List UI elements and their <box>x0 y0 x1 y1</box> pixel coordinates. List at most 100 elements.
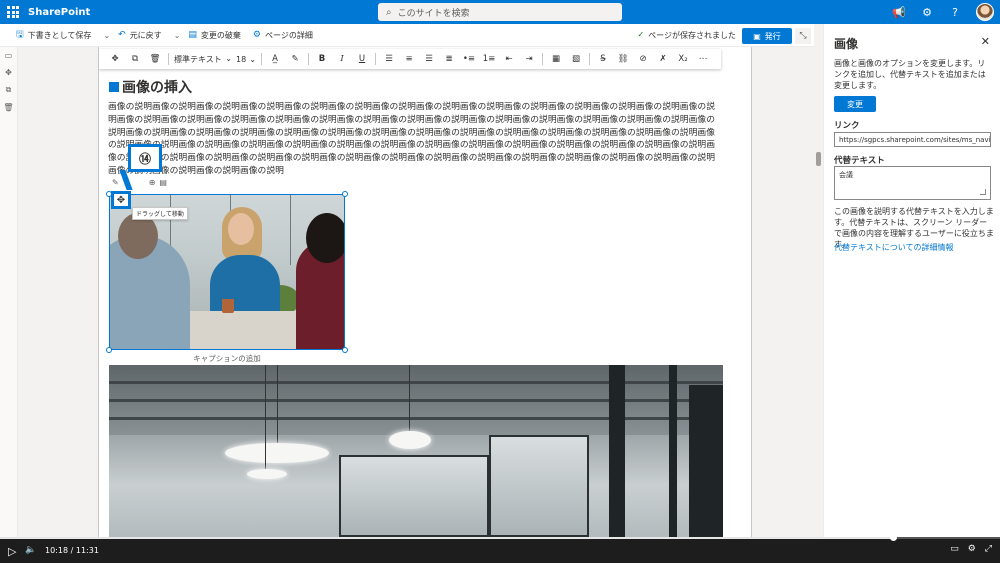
save-draft-button[interactable]: 🖫 下書きとして保存 <box>16 27 91 43</box>
megaphone-icon[interactable]: 📢 <box>892 6 906 19</box>
pane-title: 画像 <box>834 37 859 51</box>
resize-grip-icon[interactable] <box>980 189 986 195</box>
avatar[interactable] <box>976 3 994 21</box>
save-icon: 🖫 <box>16 30 24 40</box>
discard-button[interactable]: ▤ 変更の破棄 <box>188 30 241 41</box>
subscript-icon[interactable]: X₂ <box>673 54 693 64</box>
indent-icon[interactable]: ⇥ <box>519 54 539 64</box>
search-box[interactable]: ⌕ このサイトを検索 <box>378 3 622 21</box>
pendant-lamp <box>389 431 431 449</box>
duplicate-icon[interactable]: ⧉ <box>125 54 145 64</box>
underline-button[interactable]: U <box>352 54 372 64</box>
justify-icon[interactable]: ≣ <box>439 54 459 64</box>
unlink-icon[interactable]: ⊘ <box>633 54 653 64</box>
play-icon[interactable]: ▷ <box>8 545 16 558</box>
undo-button[interactable]: ↶ 元に戻す <box>118 30 162 41</box>
lamp-wire <box>277 365 278 445</box>
settings-icon[interactable]: ⚙ <box>968 544 976 554</box>
caption-input[interactable]: キャプションの追加 <box>109 353 345 364</box>
align-right-icon[interactable]: ▤ <box>159 178 167 187</box>
chevron-down-icon: ⌄ <box>225 53 232 63</box>
divider <box>168 53 169 65</box>
font-size-dropdown[interactable]: 18 ⌄ <box>234 55 258 64</box>
saved-status-label: ページが保存されました <box>648 31 736 40</box>
edit-canvas: ✥ ⧉ 🗑 標準テキスト ⌄ 18 ⌄ A̲ ✎ B I U ☰ ≡ ☰ ≣ •≡ … <box>18 47 814 537</box>
alt-text-field[interactable]: 会議 <box>834 166 991 200</box>
collapse-pane-icon[interactable]: ⤡ <box>795 28 811 44</box>
align-right-icon[interactable]: ☰ <box>419 54 439 64</box>
search-placeholder: このサイトを検索 <box>397 8 470 19</box>
comment-icon[interactable]: ▭ <box>5 51 13 60</box>
numbered-list-icon[interactable]: 1≡ <box>479 54 499 64</box>
italic-button[interactable]: I <box>332 54 352 64</box>
align-left-icon[interactable]: ☰ <box>379 54 399 64</box>
body-text[interactable]: 画像の説明画像の説明画像の説明画像の説明画像の説明画像の説明画像の説明画像の説明… <box>108 101 720 179</box>
clear-format-icon[interactable]: ✗ <box>653 54 673 64</box>
undo-dropdown-chevron-icon[interactable]: ⌄ <box>174 31 181 40</box>
property-pane: 画像 ✕ 画像と画像のオプションを変更します。リンクを追加し、代替テキストを追加… <box>823 24 1000 537</box>
duplicate-icon[interactable]: ⧉ <box>6 85 12 95</box>
app-launcher-icon[interactable] <box>0 0 26 24</box>
table-icon[interactable]: ▦ <box>546 54 566 64</box>
bold-button[interactable]: B <box>312 54 332 64</box>
help-icon[interactable]: ? <box>948 6 962 19</box>
duration: 11:31 <box>75 546 99 555</box>
outdent-icon[interactable]: ⇤ <box>499 54 519 64</box>
drag-handle-icon[interactable]: ✥ <box>111 191 131 209</box>
delete-icon[interactable]: 🗑 <box>145 54 165 64</box>
scrollbar-thumb[interactable] <box>816 152 821 166</box>
fullscreen-icon[interactable]: ⤢ <box>985 544 992 554</box>
divider <box>589 53 590 65</box>
chevron-down-icon: ⌄ <box>249 54 256 64</box>
ceiling-beam <box>109 399 723 402</box>
move-icon[interactable]: ✥ <box>105 54 125 64</box>
drag-tooltip: ドラッグして移動 <box>132 207 188 220</box>
publish-button[interactable]: ▣ 発行 <box>742 28 792 44</box>
bullet-list-icon[interactable]: •≡ <box>459 54 479 64</box>
link-icon[interactable]: ⛓ <box>613 54 633 64</box>
link-field[interactable]: https://sgpcs.sharepoint.com/sites/ms_na… <box>834 132 991 147</box>
publish-icon: ▣ <box>753 31 761 41</box>
progress-fill <box>0 537 893 539</box>
format-toolbar: ✥ ⧉ 🗑 標準テキスト ⌄ 18 ⌄ A̲ ✎ B I U ☰ ≡ ☰ ≣ •≡ … <box>99 49 721 69</box>
change-button[interactable]: 変更 <box>834 96 876 112</box>
resize-handle[interactable] <box>342 191 348 197</box>
image-icon[interactable]: ▧ <box>566 54 586 64</box>
office-image[interactable] <box>109 365 723 537</box>
pendant-lamp <box>247 469 287 479</box>
person-right-head <box>306 213 344 263</box>
text-style-dropdown[interactable]: 標準テキスト ⌄ <box>172 54 234 65</box>
command-bar: 🖫 下書きとして保存 ⌄ ↶ 元に戻す ⌄ ▤ 変更の破棄 ⚙ ページの詳細 ✓… <box>0 24 814 47</box>
progress-knob[interactable] <box>890 534 897 541</box>
delete-icon[interactable]: 🗑 <box>3 103 13 112</box>
volume-icon[interactable]: 🔈 <box>25 545 36 555</box>
strikethrough-icon[interactable]: S̶ <box>593 54 613 64</box>
save-dropdown-chevron-icon[interactable]: ⌄ <box>103 31 110 40</box>
align-center-icon[interactable]: ≡ <box>399 54 419 64</box>
page-details-button[interactable]: ⚙ ページの詳細 <box>253 30 313 41</box>
font-color-icon[interactable]: A̲ <box>265 54 285 64</box>
align-center-icon[interactable]: ⊕ <box>149 178 156 187</box>
move-icon[interactable]: ✥ <box>5 68 12 77</box>
divider <box>542 53 543 65</box>
window <box>489 435 589 537</box>
scrollbar[interactable] <box>814 24 823 537</box>
alt-text-learn-more-link[interactable]: 代替テキストについての詳細情報 <box>834 242 954 253</box>
divider <box>261 53 262 65</box>
gear-icon[interactable]: ⚙ <box>920 6 934 19</box>
save-draft-label: 下書きとして保存 <box>27 30 92 40</box>
captions-icon[interactable]: ▭ <box>950 544 959 554</box>
discard-label: 変更の破棄 <box>200 30 241 40</box>
alt-text-value: 会議 <box>839 171 853 179</box>
current-time: 10:18 <box>45 546 69 555</box>
edit-icon[interactable]: ✎ <box>112 178 119 187</box>
highlight-icon[interactable]: ✎ <box>285 54 305 64</box>
gear-icon: ⚙ <box>252 30 261 40</box>
section-heading[interactable]: 画像の挿入 <box>109 77 192 97</box>
brand-name[interactable]: SharePoint <box>28 7 90 18</box>
heading-text: 画像の挿入 <box>122 80 192 96</box>
close-icon[interactable]: ✕ <box>981 35 990 48</box>
more-options-icon[interactable]: ⋯ <box>693 54 713 64</box>
text-style-value: 標準テキスト <box>174 54 222 64</box>
column <box>669 365 677 537</box>
